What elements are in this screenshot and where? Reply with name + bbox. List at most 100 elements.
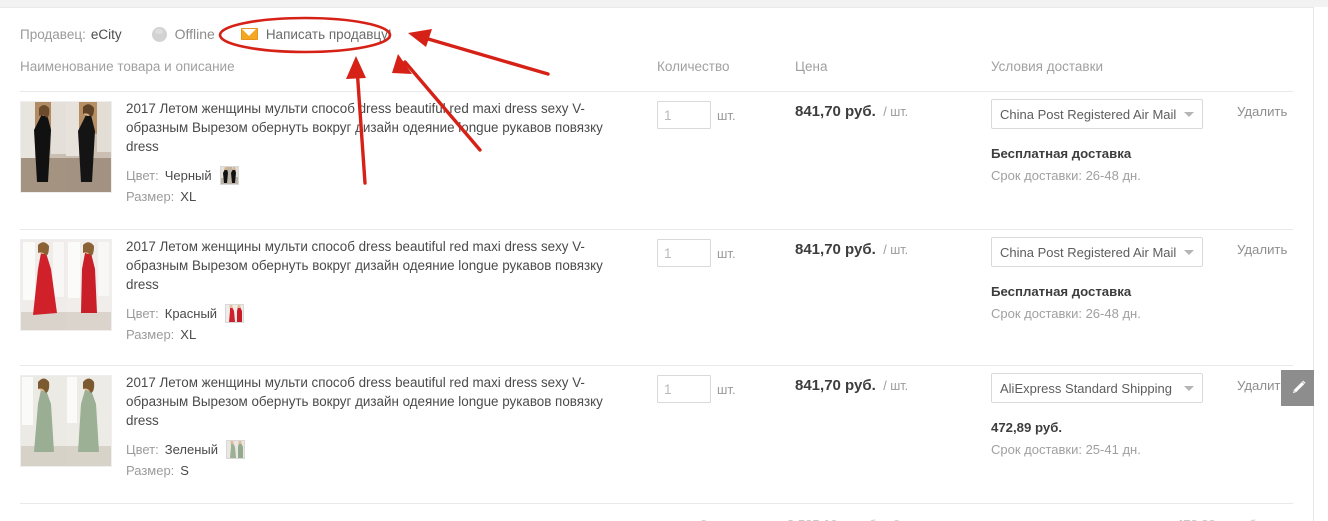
row-divider: [20, 503, 1293, 504]
color-swatch-icon[interactable]: [219, 166, 239, 185]
table-row: 2017 Летом женщины мульти способ dress b…: [0, 95, 1293, 227]
cart-content: Продавец: eCity Offline Написать продавц…: [0, 7, 1313, 521]
shipping-method-label: AliExpress Standard Shipping: [1000, 380, 1172, 396]
product-size-attr: Размер: XL: [126, 325, 604, 344]
shipping-cost: Бесплатная доставка: [991, 284, 1132, 299]
totals-count: 3: [893, 517, 900, 521]
color-label: Цвет:: [126, 442, 159, 457]
column-header-name: Наименование товара и описание: [20, 59, 235, 74]
totals-shipping-currency: руб.: [1235, 517, 1260, 521]
price-value: 841,70 руб.: [795, 377, 876, 394]
product-title-link[interactable]: 2017 Летом женщины мульти способ dress b…: [126, 99, 604, 156]
quantity-cell: шт.: [657, 101, 736, 129]
shipping-cell: AliExpress Standard Shipping 472,89 руб.…: [991, 373, 1221, 457]
shipping-method-label: China Post Registered Air Mail: [1000, 106, 1177, 122]
product-size-attr: Размер: S: [126, 461, 604, 480]
seller-status-label: Offline: [174, 26, 215, 42]
price-unit: / шт.: [883, 243, 909, 257]
color-value: Черный: [164, 168, 212, 183]
price-unit: / шт.: [883, 379, 909, 393]
shipping-method-select[interactable]: China Post Registered Air Mail: [991, 99, 1203, 129]
quantity-input[interactable]: [657, 239, 711, 267]
shipping-cost: 472,89 руб.: [991, 420, 1063, 435]
delete-item-button[interactable]: Удалить: [1237, 378, 1287, 393]
shipping-method-select[interactable]: China Post Registered Air Mail: [991, 237, 1203, 267]
cart-screen: Продавец: eCity Offline Написать продавц…: [0, 0, 1328, 521]
size-label: Размер:: [126, 463, 175, 478]
color-label: Цвет:: [126, 306, 159, 321]
totals-shipping: 472,89: [1176, 517, 1216, 521]
header-divider: [20, 91, 1293, 92]
table-row: 2017 Летом женщины мульти способ dress b…: [0, 233, 1293, 364]
contact-seller-button[interactable]: Написать продавцу!: [240, 26, 392, 42]
product-title-link[interactable]: 2017 Летом женщины мульти способ dress b…: [126, 373, 604, 430]
shipping-time: Срок доставки: 26-48 дн.: [991, 168, 1141, 183]
quantity-unit: шт.: [717, 381, 736, 397]
seller-label: Продавец:: [20, 26, 86, 42]
product-thumbnail-black-dress[interactable]: [20, 101, 112, 193]
shipping-method-select[interactable]: AliExpress Standard Shipping: [991, 373, 1203, 403]
price-cell: 841,70 руб. / шт.: [795, 103, 908, 121]
table-row: 2017 Летом женщины мульти способ dress b…: [0, 369, 1293, 501]
price-cell: 841,70 руб. / шт.: [795, 377, 908, 395]
page-right-margin: [1314, 7, 1328, 521]
quantity-cell: шт.: [657, 239, 736, 267]
seller-bar: Продавец: eCity Offline Написать продавц…: [20, 24, 392, 44]
quantity-unit: шт.: [717, 107, 736, 123]
chevron-down-icon: [1184, 385, 1194, 391]
size-value: XL: [180, 189, 197, 204]
product-title-link[interactable]: 2017 Летом женщины мульти способ dress b…: [126, 237, 604, 294]
size-value: S: [180, 463, 189, 478]
table-header: Наименование товара и описание Количеств…: [0, 59, 1293, 91]
row-divider: [20, 229, 1293, 230]
mail-envelope-icon: [240, 28, 258, 40]
product-color-attr: Цвет: Зеленый: [126, 440, 604, 459]
color-swatch-icon[interactable]: [226, 440, 246, 459]
totals-quantity: 3: [700, 517, 707, 521]
shipping-method-label: China Post Registered Air Mail: [1000, 244, 1177, 260]
product-color-attr: Цвет: Черный: [126, 166, 604, 185]
column-header-price: Цена: [795, 59, 828, 74]
product-thumbnail-red-dress[interactable]: [20, 239, 112, 331]
size-label: Размер:: [126, 189, 175, 204]
offline-dot-icon: [151, 26, 167, 42]
delete-item-button[interactable]: Удалить: [1237, 104, 1287, 119]
shipping-cell: China Post Registered Air Mail Бесплатна…: [991, 99, 1221, 183]
seller-status: Offline: [151, 26, 215, 42]
price-value: 841,70 руб.: [795, 103, 876, 120]
product-size-attr: Размер: XL: [126, 187, 604, 206]
product-description: 2017 Летом женщины мульти способ dress b…: [126, 237, 604, 344]
shipping-time: Срок доставки: 26-48 дн.: [991, 306, 1141, 321]
totals-subtotal: 2 525,10: [787, 517, 838, 521]
quantity-cell: шт.: [657, 375, 736, 403]
price-value: 841,70 руб.: [795, 241, 876, 258]
size-value: XL: [180, 327, 197, 342]
pencil-edit-icon: [1292, 380, 1305, 394]
row-divider: [20, 365, 1293, 366]
shipping-time: Срок доставки: 25-41 дн.: [991, 442, 1141, 457]
quantity-unit: шт.: [717, 245, 736, 261]
chevron-down-icon: [1184, 249, 1194, 255]
product-thumbnail-green-dress[interactable]: [20, 375, 112, 467]
seller-name-link[interactable]: eCity: [91, 27, 122, 42]
delete-item-button[interactable]: Удалить: [1237, 242, 1287, 257]
contact-seller-label: Написать продавцу!: [265, 26, 392, 42]
size-label: Размер:: [126, 327, 175, 342]
quantity-input[interactable]: [657, 375, 711, 403]
column-header-shipping: Условия доставки: [991, 59, 1104, 74]
edit-tool-button[interactable]: [1281, 370, 1314, 406]
product-color-attr: Цвет: Красный: [126, 304, 604, 323]
totals-row: 3 2 525,10 руб. 3 472,89 руб.: [0, 508, 1293, 521]
shipping-cost: Бесплатная доставка: [991, 146, 1132, 161]
price-cell: 841,70 руб. / шт.: [795, 241, 908, 259]
color-label: Цвет:: [126, 168, 159, 183]
quantity-input[interactable]: [657, 101, 711, 129]
product-description: 2017 Летом женщины мульти способ dress b…: [126, 99, 604, 206]
chevron-down-icon: [1184, 111, 1194, 117]
shipping-cell: China Post Registered Air Mail Бесплатна…: [991, 237, 1221, 321]
totals-subtotal-currency: руб.: [855, 517, 880, 521]
product-description: 2017 Летом женщины мульти способ dress b…: [126, 373, 604, 480]
color-swatch-icon[interactable]: [225, 304, 245, 323]
price-unit: / шт.: [883, 105, 909, 119]
color-value: Зеленый: [164, 442, 219, 457]
